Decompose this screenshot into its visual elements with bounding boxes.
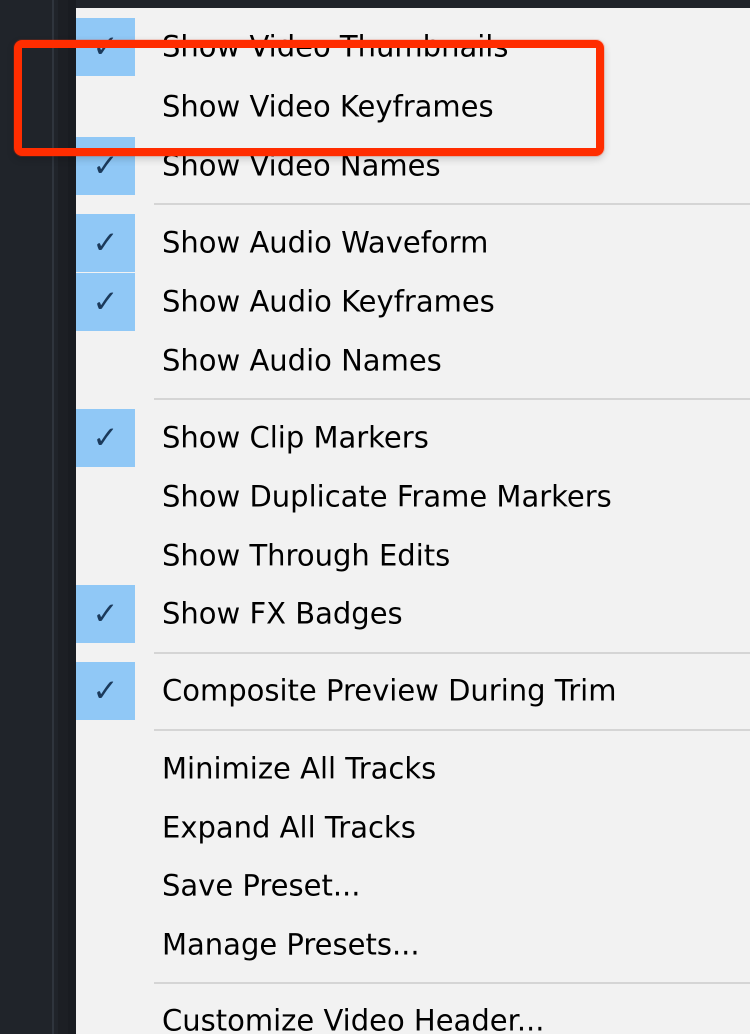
check-icon: ✓ (76, 585, 135, 643)
check-icon: ✓ (76, 214, 135, 272)
menu-item-label: Show Clip Markers (162, 420, 429, 455)
menu-item-label: Manage Presets... (162, 927, 420, 962)
menu-separator (154, 652, 750, 654)
menu-item-label: Composite Preview During Trim (162, 673, 617, 708)
menu-item-label: Save Preset... (162, 868, 361, 903)
menu-item-show-through-edits[interactable]: Show Through Edits (76, 527, 750, 585)
menu-item-show-audio-waveform[interactable]: ✓ Show Audio Waveform (76, 214, 750, 272)
highlight-rectangle (14, 40, 604, 156)
menu-item-label: Show Duplicate Frame Markers (162, 479, 612, 514)
menu-separator (154, 729, 750, 731)
menu-top-edge (68, 0, 750, 8)
menu-item-label: Show Audio Keyframes (162, 284, 495, 319)
menu-item-show-audio-keyframes[interactable]: ✓ Show Audio Keyframes (76, 273, 750, 331)
menu-item-show-fx-badges[interactable]: ✓ Show FX Badges (76, 585, 750, 643)
check-icon: ✓ (76, 662, 135, 720)
menu-item-show-duplicate-frame-markers[interactable]: Show Duplicate Frame Markers (76, 468, 750, 526)
menu-item-show-audio-names[interactable]: Show Audio Names (76, 332, 750, 390)
menu-item-label: Show Audio Waveform (162, 225, 489, 260)
check-icon: ✓ (76, 273, 135, 331)
menu-item-label: Show Audio Names (162, 343, 442, 378)
menu-item-customize-video-header[interactable]: Customize Video Header... (76, 992, 750, 1034)
menu-item-show-clip-markers[interactable]: ✓ Show Clip Markers (76, 409, 750, 467)
menu-separator (154, 398, 750, 400)
menu-separator (154, 982, 750, 984)
menu-item-composite-preview-during-trim[interactable]: ✓ Composite Preview During Trim (76, 662, 750, 720)
menu-item-save-preset[interactable]: Save Preset... (76, 857, 750, 915)
menu-item-minimize-all-tracks[interactable]: Minimize All Tracks (76, 740, 750, 798)
menu-item-label: Show FX Badges (162, 596, 403, 631)
menu-item-expand-all-tracks[interactable]: Expand All Tracks (76, 799, 750, 857)
menu-item-manage-presets[interactable]: Manage Presets... (76, 916, 750, 974)
menu-separator (154, 203, 750, 205)
check-icon: ✓ (76, 409, 135, 467)
menu-item-label: Customize Video Header... (162, 1003, 545, 1034)
menu-item-label: Minimize All Tracks (162, 751, 437, 786)
menu-item-label: Show Through Edits (162, 538, 451, 573)
menu-item-label: Expand All Tracks (162, 810, 416, 845)
